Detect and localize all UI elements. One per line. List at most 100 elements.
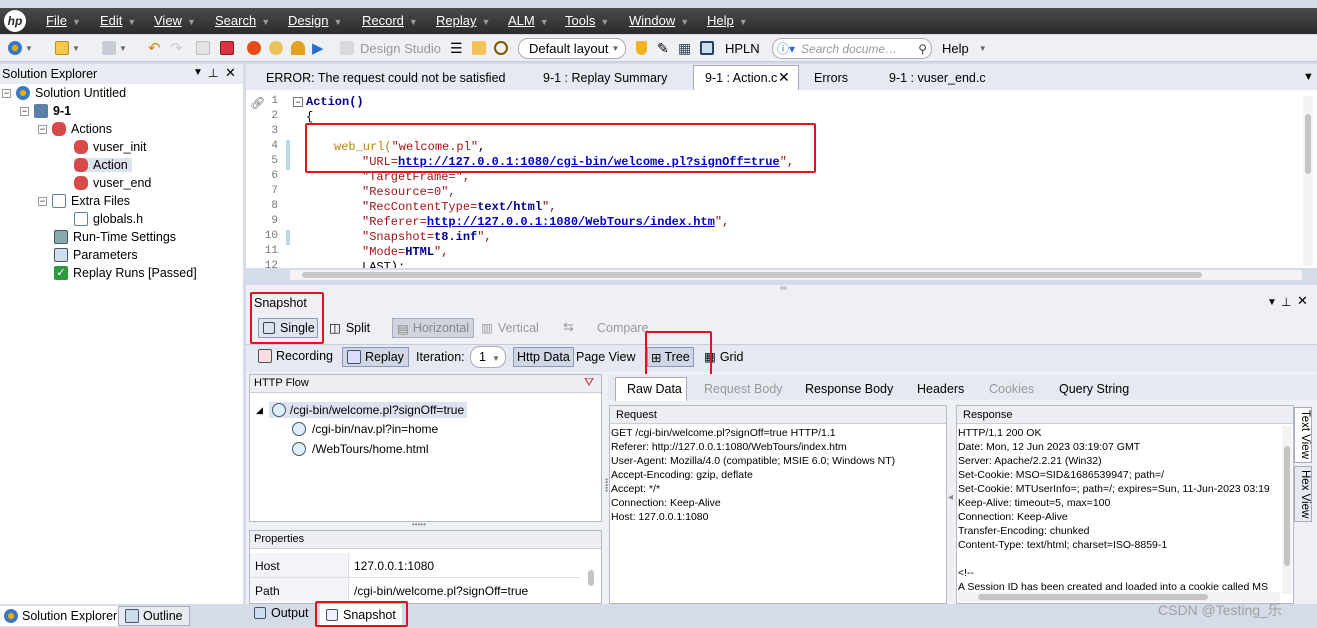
copy-button[interactable] [196,39,210,57]
response-vscrollbar[interactable] [1282,426,1292,594]
tab-replay-summary[interactable]: 9-1 : Replay Summary [543,71,667,85]
tab-request-body[interactable]: Request Body [704,382,783,396]
search-tool-button[interactable] [494,39,508,57]
design-studio-button[interactable]: Design Studio [340,39,441,57]
menu-search[interactable]: Search ▼ [215,13,270,28]
http-data-button[interactable]: Http Data [513,347,574,367]
vertical-button[interactable]: ▥ Vertical [481,320,539,336]
pane-menu-icon[interactable]: ▼ [1267,297,1277,308]
tree-replay-runs[interactable]: ✓ Replay Runs [Passed] [54,266,197,280]
horizontal-button[interactable]: ▤ Horizontal [392,318,475,338]
splitter-grip[interactable]: ═ [780,283,787,294]
menu-replay[interactable]: Replay ▼ [436,13,490,28]
tree-actions[interactable]: − Actions [38,122,112,136]
tab-outline[interactable]: Outline [118,606,190,626]
flow-item[interactable]: /cgi-bin/nav.pl?in=home [292,422,438,436]
tab-output[interactable]: Output [254,606,309,620]
redo-button[interactable]: ↷ [170,39,183,57]
replay-button[interactable]: Replay [342,347,409,367]
pin-icon[interactable]: ⊥ [208,66,218,80]
collapse-icon[interactable]: − [38,196,47,206]
iteration-dropdown[interactable]: 1 ▼ [470,346,506,368]
tab-error[interactable]: ERROR: The request could not be satisfie… [266,71,505,85]
tab-cookies[interactable]: Cookies [989,382,1034,396]
tree-solution[interactable]: − Solution Untitled [2,86,126,100]
paste-button[interactable] [220,39,234,57]
expand-arrow-icon[interactable]: ◢ [256,405,263,416]
tab-raw-data[interactable]: Raw Data [615,377,687,401]
http-flow-header: HTTP Flow ⛛ [250,375,601,393]
run-button[interactable]: ▶ [312,39,324,57]
window-button[interactable] [700,39,714,57]
flow-item[interactable]: ◢/cgi-bin/welcome.pl?signOff=true [256,402,468,418]
save-button[interactable]: ▼ [102,39,127,57]
close-icon[interactable]: ✕ [225,65,236,81]
tree-runtime-settings[interactable]: Run-Time Settings [54,230,176,244]
help-dropdown[interactable]: Help ▼ [942,39,987,57]
undo-button[interactable]: ↶ [148,39,161,57]
scroll-thumb[interactable] [1305,114,1311,174]
tab-list-icon[interactable]: ▼ [1303,71,1314,83]
close-tab-icon[interactable]: ✕ [778,69,790,86]
tree-globals[interactable]: globals.h [74,212,143,226]
menu-record[interactable]: Record ▼ [362,13,418,28]
menu-window[interactable]: Window ▼ [629,13,689,28]
collapse-arrow-icon[interactable]: ◂ [948,492,953,503]
hscroll-thumb[interactable] [302,272,1202,278]
pen-button[interactable]: ✎ [657,39,669,57]
pane-menu-icon[interactable]: ▼ [193,67,203,78]
grid-button[interactable]: ▦ [678,39,691,57]
tab-headers[interactable]: Headers [917,382,964,396]
replay-settings-button[interactable] [269,39,283,57]
menu-design[interactable]: Design ▼ [288,13,342,28]
splitter-grip[interactable]: ••••• [602,478,611,492]
collapse-icon[interactable]: − [2,88,11,98]
scroll-thumb[interactable] [1284,446,1290,566]
tree-action[interactable]: Action [74,158,132,172]
new-script-button[interactable]: ▼ [55,39,80,57]
page-view-button[interactable]: Page View [576,350,636,364]
collapse-icon[interactable]: − [20,106,29,116]
url-link[interactable]: http://127.0.0.1:1080/WebTours/index.htm [427,215,715,229]
recording-button[interactable]: Recording [258,349,333,363]
filter-icon[interactable]: ⛛ [584,375,594,390]
tab-errors[interactable]: Errors [814,71,848,85]
tab-response-body[interactable]: Response Body [805,382,893,396]
tree-button[interactable] [472,39,486,57]
code-vscrollbar[interactable] [1303,96,1313,266]
menu-alm[interactable]: ALM ▼ [508,13,549,28]
layout-dropdown[interactable]: Default layout ▼ [518,38,626,59]
shield-button[interactable] [636,39,647,57]
split-button[interactable]: ◫ Split [329,320,370,336]
new-solution-button[interactable]: ▼ [8,39,33,57]
menu-edit[interactable]: Edit ▼ [100,13,136,28]
properties-scroll-thumb[interactable] [588,570,594,586]
tree-vuser-init[interactable]: vuser_init [74,140,147,154]
compare-button[interactable]: Compare [597,321,648,335]
list-button[interactable]: ☰ [450,39,463,57]
splitter-grip[interactable]: ••••• [412,520,426,529]
menu-tools[interactable]: Tools ▼ [565,13,609,28]
tree-vuser-end[interactable]: vuser_end [74,176,151,190]
code-hscrollbar[interactable] [290,270,1302,280]
tab-vuser-end[interactable]: 9-1 : vuser_end.c [889,71,986,85]
fold-icon[interactable]: − [293,97,303,107]
menu-view[interactable]: View ▼ [154,13,196,28]
collapse-icon[interactable]: − [38,124,47,134]
menu-help[interactable]: Help ▼ [707,13,748,28]
pin-icon[interactable]: ⊥ [1281,295,1291,309]
step-button[interactable] [291,39,305,57]
flow-item[interactable]: /WebTours/home.html [292,442,429,456]
tab-hex-view[interactable]: Hex View [1294,466,1312,522]
tab-query-string[interactable]: Query String [1059,382,1129,396]
search-docs-input[interactable]: ⓘ▾ Search docume… ⚲ [772,38,932,59]
tree-script[interactable]: −9-1 [20,104,71,118]
record-button[interactable] [247,39,261,57]
tree-extra-files[interactable]: − Extra Files [38,194,130,208]
hpln-button[interactable]: HPLN [725,39,760,57]
menu-file[interactable]: File ▼ [46,13,81,28]
tree-parameters[interactable]: Parameters [54,248,138,262]
tab-text-view[interactable]: Text View [1294,407,1312,463]
close-icon[interactable]: ✕ [1297,293,1308,309]
tab-solution-explorer[interactable]: Solution Explorer [0,606,122,626]
